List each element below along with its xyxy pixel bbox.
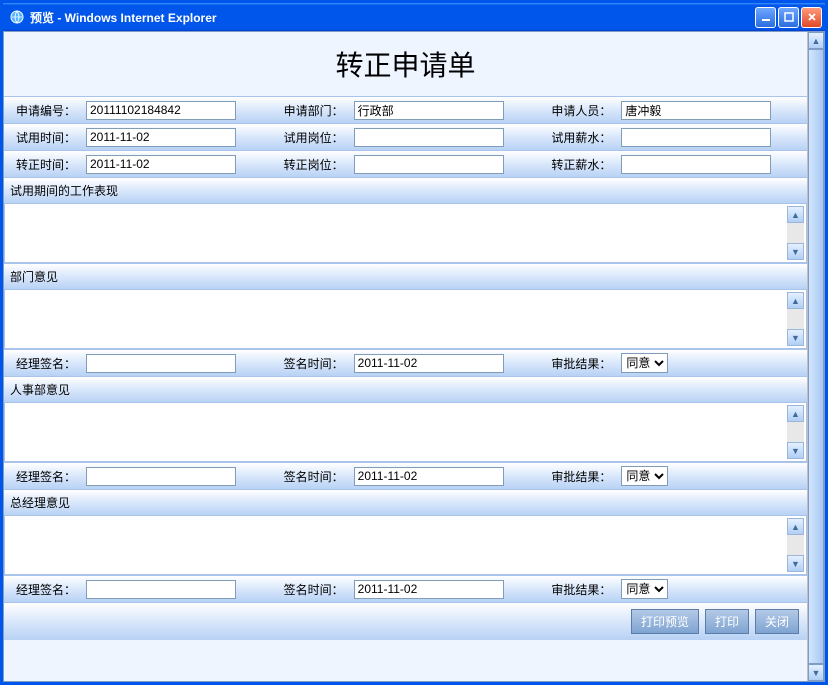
row-basic-2: 试用时间： 试用岗位： 试用薪水：: [4, 123, 807, 150]
textarea-scrollbar[interactable]: ▲ ▼: [787, 518, 804, 572]
reg-post-label: 转正岗位：: [284, 156, 354, 173]
main-scrollbar[interactable]: ▲ ▼: [807, 32, 824, 681]
titlebar[interactable]: 预览 - Windows Internet Explorer: [3, 3, 825, 31]
scroll-up-icon[interactable]: ▲: [787, 292, 804, 309]
scroll-up-icon[interactable]: ▲: [787, 405, 804, 422]
reg-salary-label: 转正薪水：: [551, 156, 621, 173]
action-bar: 打印预览 打印 关闭: [4, 602, 807, 640]
ie-icon: [9, 9, 25, 25]
apply-dept-input[interactable]: [354, 101, 504, 120]
textarea-scrollbar[interactable]: ▲ ▼: [787, 206, 804, 260]
apply-no-label: 申请编号：: [16, 102, 86, 119]
reg-time-input[interactable]: [86, 155, 236, 174]
mgr-sign-label: 经理签名：: [16, 581, 86, 598]
sign-time-label: 签名时间：: [284, 581, 354, 598]
window-controls: [755, 7, 825, 28]
dept-mgr-sign-input[interactable]: [86, 354, 236, 373]
reg-salary-input[interactable]: [621, 155, 771, 174]
dept-opinion-header: 部门意见: [4, 263, 807, 289]
hr-opinion-header: 人事部意见: [4, 376, 807, 402]
hr-mgr-sign-input[interactable]: [86, 467, 236, 486]
scroll-down-icon[interactable]: ▼: [787, 442, 804, 459]
scroll-up-icon[interactable]: ▲: [787, 206, 804, 223]
dept-sign-row: 经理签名： 签名时间： 审批结果： 同意: [4, 349, 807, 376]
gm-approve-select[interactable]: 同意: [621, 579, 668, 599]
scroll-thumb[interactable]: [808, 49, 824, 664]
gm-sign-row: 经理签名： 签名时间： 审批结果： 同意: [4, 575, 807, 602]
textarea-scrollbar[interactable]: ▲ ▼: [787, 405, 804, 459]
reg-post-input[interactable]: [354, 155, 504, 174]
dept-sign-time-input[interactable]: [354, 354, 504, 373]
client-area: ▲ ▼ 转正申请单 申请编号： 申请部门： 申请人员：: [3, 31, 825, 682]
print-preview-button[interactable]: 打印预览: [631, 609, 699, 634]
gm-mgr-sign-input[interactable]: [86, 580, 236, 599]
mgr-sign-label: 经理签名：: [16, 468, 86, 485]
dept-approve-select[interactable]: 同意: [621, 353, 668, 373]
trial-post-input[interactable]: [354, 128, 504, 147]
trial-salary-input[interactable]: [621, 128, 771, 147]
minimize-button[interactable]: [755, 7, 776, 28]
close-button[interactable]: [801, 7, 822, 28]
apply-dept-label: 申请部门：: [284, 102, 354, 119]
sign-time-label: 签名时间：: [284, 468, 354, 485]
dept-opinion-textarea[interactable]: ▲ ▼: [4, 289, 807, 349]
scroll-up-icon[interactable]: ▲: [808, 32, 824, 49]
sign-time-label: 签名时间：: [284, 355, 354, 372]
close-form-button[interactable]: 关闭: [755, 609, 799, 634]
window-title: 预览 - Windows Internet Explorer: [30, 9, 755, 26]
scroll-down-icon[interactable]: ▼: [787, 243, 804, 260]
gm-opinion-header: 总经理意见: [4, 489, 807, 515]
apply-person-label: 申请人员：: [551, 102, 621, 119]
mgr-sign-label: 经理签名：: [16, 355, 86, 372]
trial-post-label: 试用岗位：: [284, 129, 354, 146]
gm-opinion-textarea[interactable]: ▲ ▼: [4, 515, 807, 575]
approve-result-label: 审批结果：: [551, 581, 621, 598]
scroll-up-icon[interactable]: ▲: [787, 518, 804, 535]
apply-no-input[interactable]: [86, 101, 236, 120]
hr-sign-row: 经理签名： 签名时间： 审批结果： 同意: [4, 462, 807, 489]
trial-perf-header: 试用期间的工作表现: [4, 177, 807, 203]
textarea-scrollbar[interactable]: ▲ ▼: [787, 292, 804, 346]
page-title: 转正申请单: [4, 32, 807, 96]
scroll-down-icon[interactable]: ▼: [808, 664, 824, 681]
scroll-down-icon[interactable]: ▼: [787, 329, 804, 346]
hr-opinion-textarea[interactable]: ▲ ▼: [4, 402, 807, 462]
scroll-down-icon[interactable]: ▼: [787, 555, 804, 572]
app-window: 预览 - Windows Internet Explorer ▲ ▼ 转正申请单…: [0, 0, 828, 685]
print-button[interactable]: 打印: [705, 609, 749, 634]
apply-person-input[interactable]: [621, 101, 771, 120]
hr-approve-select[interactable]: 同意: [621, 466, 668, 486]
approve-result-label: 审批结果：: [551, 355, 621, 372]
row-basic-3: 转正时间： 转正岗位： 转正薪水：: [4, 150, 807, 177]
gm-sign-time-input[interactable]: [354, 580, 504, 599]
hr-sign-time-input[interactable]: [354, 467, 504, 486]
maximize-button[interactable]: [778, 7, 799, 28]
trial-time-label: 试用时间：: [16, 129, 86, 146]
form-content: 转正申请单 申请编号： 申请部门： 申请人员： 试用时间: [4, 32, 807, 681]
reg-time-label: 转正时间：: [16, 156, 86, 173]
trial-time-input[interactable]: [86, 128, 236, 147]
trial-perf-textarea[interactable]: ▲ ▼: [4, 203, 807, 263]
trial-salary-label: 试用薪水：: [551, 129, 621, 146]
row-basic-1: 申请编号： 申请部门： 申请人员：: [4, 96, 807, 123]
approve-result-label: 审批结果：: [551, 468, 621, 485]
